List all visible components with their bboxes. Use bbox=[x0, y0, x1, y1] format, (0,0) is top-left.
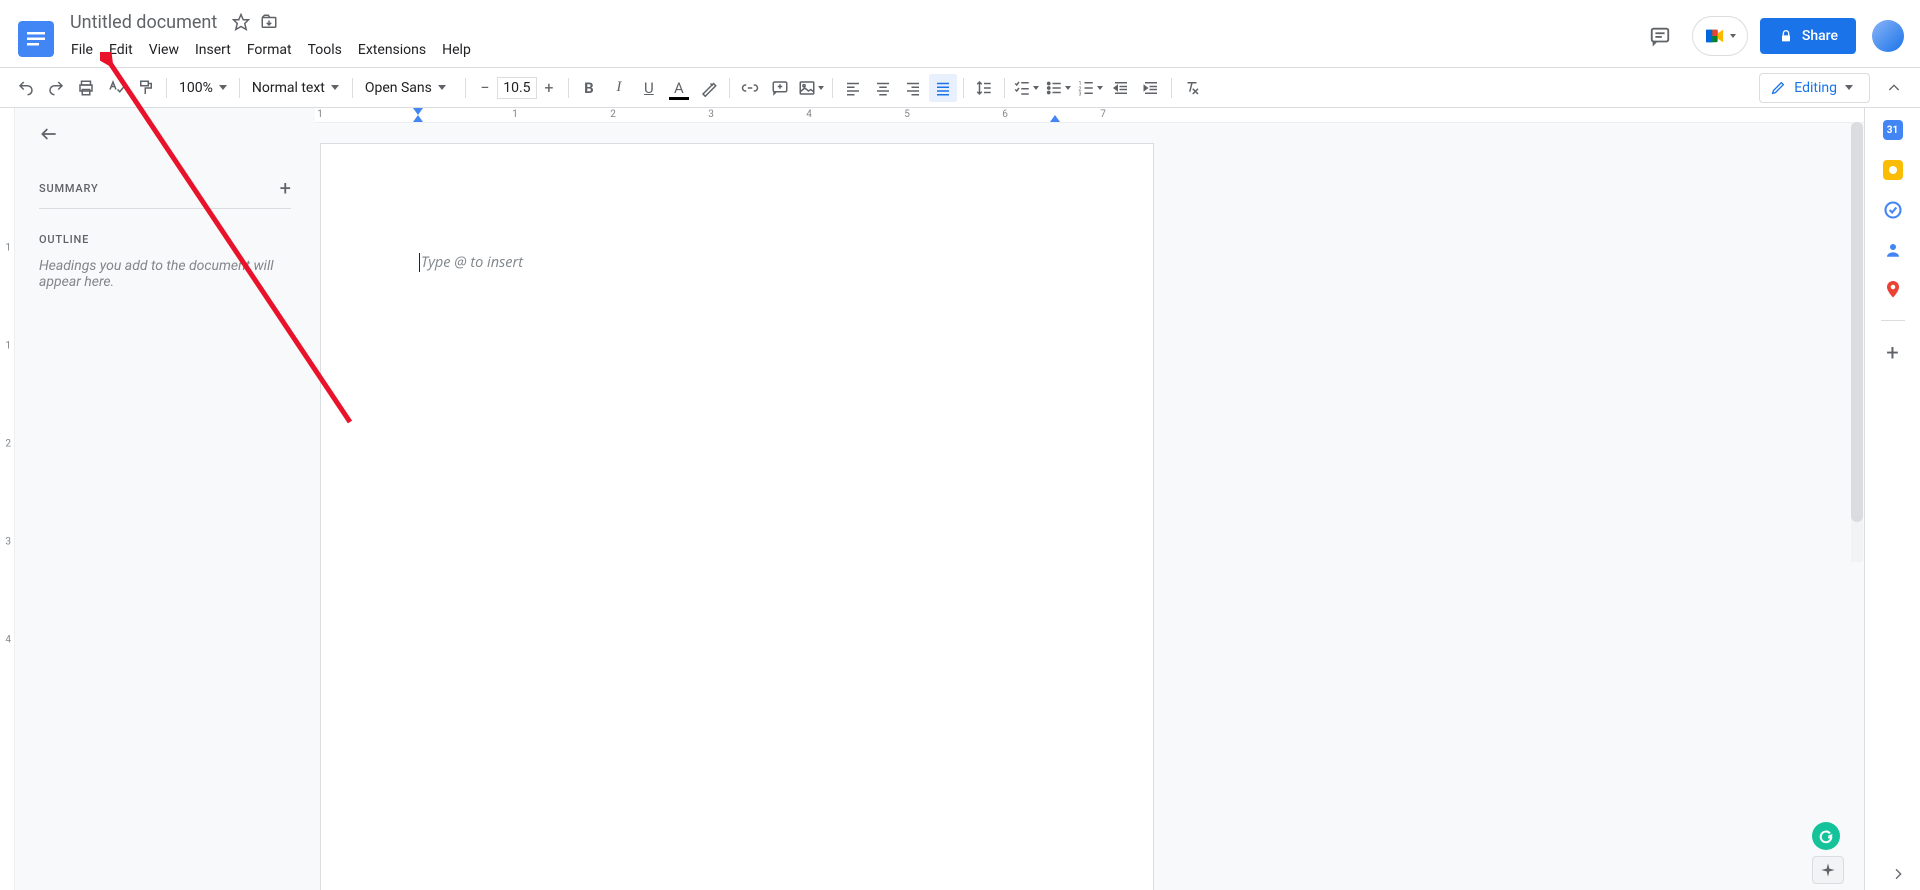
align-left-button[interactable] bbox=[839, 74, 867, 102]
bold-button[interactable]: B bbox=[575, 74, 603, 102]
numbered-list-button[interactable]: 123 bbox=[1075, 74, 1105, 102]
vertical-ruler[interactable]: 1 1 2 3 4 bbox=[0, 108, 15, 890]
keep-icon[interactable] bbox=[1883, 160, 1903, 180]
font-select[interactable]: Open Sans bbox=[359, 76, 459, 100]
caret-down-icon bbox=[219, 85, 227, 90]
menu-insert[interactable]: Insert bbox=[188, 38, 238, 62]
undo-button[interactable] bbox=[12, 74, 40, 102]
add-comment-button[interactable] bbox=[766, 74, 794, 102]
caret-down-icon bbox=[1065, 86, 1071, 90]
meet-button[interactable] bbox=[1692, 16, 1748, 56]
caret-down-icon bbox=[1097, 86, 1103, 90]
horizontal-ruler[interactable]: 1 1 2 3 4 5 6 7 bbox=[315, 108, 1864, 123]
right-indent-icon[interactable] bbox=[1050, 115, 1060, 122]
increase-indent-button[interactable] bbox=[1137, 74, 1165, 102]
align-right-button[interactable] bbox=[899, 74, 927, 102]
font-size-increase[interactable]: + bbox=[537, 76, 561, 100]
italic-button[interactable]: I bbox=[605, 74, 633, 102]
insert-image-button[interactable] bbox=[796, 74, 826, 102]
outline-hint: Headings you add to the document will ap… bbox=[39, 258, 291, 290]
underline-button[interactable]: U bbox=[635, 74, 663, 102]
outline-sidebar: SUMMARY + OUTLINE Headings you add to th… bbox=[15, 108, 315, 890]
caret-down-icon bbox=[818, 86, 824, 90]
grammarly-icon[interactable] bbox=[1812, 822, 1840, 850]
maps-icon[interactable] bbox=[1883, 280, 1903, 300]
share-button[interactable]: Share bbox=[1760, 18, 1856, 54]
vertical-scrollbar[interactable] bbox=[1851, 122, 1863, 562]
move-icon[interactable] bbox=[259, 12, 279, 32]
account-avatar[interactable] bbox=[1872, 20, 1904, 52]
comment-history-icon[interactable] bbox=[1640, 16, 1680, 56]
menu-bar: File Edit View Insert Format Tools Exten… bbox=[64, 38, 1640, 62]
zoom-value: 100% bbox=[179, 80, 213, 96]
docs-logo-icon bbox=[18, 21, 54, 57]
caret-down-icon bbox=[331, 85, 339, 90]
insert-link-button[interactable] bbox=[736, 74, 764, 102]
title-area: Untitled document File Edit View Insert … bbox=[64, 8, 1640, 62]
first-line-indent-icon[interactable] bbox=[413, 108, 423, 115]
get-addons-button[interactable]: + bbox=[1886, 341, 1898, 366]
lock-icon bbox=[1778, 28, 1794, 44]
line-spacing-button[interactable] bbox=[970, 74, 998, 102]
menu-extensions[interactable]: Extensions bbox=[351, 38, 433, 62]
font-size-input[interactable] bbox=[497, 77, 537, 99]
mode-button[interactable]: Editing bbox=[1759, 73, 1870, 103]
outline-label: OUTLINE bbox=[39, 233, 291, 246]
print-button[interactable] bbox=[72, 74, 100, 102]
menu-tools[interactable]: Tools bbox=[301, 38, 349, 62]
font-size-control: − + bbox=[472, 75, 562, 101]
toolbar: 100% Normal text Open Sans − + B I U A 1… bbox=[0, 68, 1920, 108]
header-right: Share bbox=[1640, 16, 1904, 56]
clear-formatting-button[interactable] bbox=[1178, 74, 1206, 102]
calendar-icon[interactable]: 31 bbox=[1883, 120, 1903, 140]
explore-button[interactable] bbox=[1812, 856, 1844, 884]
menu-edit[interactable]: Edit bbox=[102, 38, 140, 62]
paint-format-button[interactable] bbox=[132, 74, 160, 102]
pencil-icon bbox=[1770, 80, 1786, 96]
highlight-button[interactable] bbox=[695, 74, 723, 102]
contacts-icon[interactable] bbox=[1883, 240, 1903, 260]
caret-down-icon bbox=[1033, 86, 1039, 90]
menu-format[interactable]: Format bbox=[240, 38, 299, 62]
checklist-button[interactable] bbox=[1011, 74, 1041, 102]
decrease-indent-button[interactable] bbox=[1107, 74, 1135, 102]
header-bar: Untitled document File Edit View Insert … bbox=[0, 0, 1920, 68]
zoom-select[interactable]: 100% bbox=[173, 76, 233, 100]
align-justify-button[interactable] bbox=[929, 74, 957, 102]
editor-placeholder: Type @ to insert bbox=[419, 253, 523, 272]
redo-button[interactable] bbox=[42, 74, 70, 102]
caret-down-icon bbox=[438, 85, 446, 90]
svg-text:3: 3 bbox=[1078, 91, 1081, 97]
side-panel: 31 + bbox=[1864, 108, 1920, 890]
style-value: Normal text bbox=[252, 80, 325, 96]
menu-view[interactable]: View bbox=[142, 38, 186, 62]
font-size-decrease[interactable]: − bbox=[473, 76, 497, 100]
star-icon[interactable] bbox=[231, 12, 251, 32]
mode-label: Editing bbox=[1794, 80, 1837, 96]
spellcheck-button[interactable] bbox=[102, 74, 130, 102]
canvas-area: 1 1 2 3 4 5 6 7 Type @ to insert bbox=[315, 108, 1864, 890]
summary-label: SUMMARY bbox=[39, 182, 98, 195]
align-center-button[interactable] bbox=[869, 74, 897, 102]
bulleted-list-button[interactable] bbox=[1043, 74, 1073, 102]
docs-logo[interactable] bbox=[16, 12, 56, 66]
text-color-button[interactable]: A bbox=[665, 74, 693, 102]
menu-file[interactable]: File bbox=[64, 38, 100, 62]
document-title[interactable]: Untitled document bbox=[64, 10, 223, 35]
close-outline-button[interactable] bbox=[39, 124, 59, 144]
caret-down-icon bbox=[1730, 34, 1736, 38]
show-side-panel-button[interactable] bbox=[1890, 866, 1906, 882]
hide-menus-button[interactable] bbox=[1880, 74, 1908, 102]
main-area: 1 1 2 3 4 SUMMARY + OUTLINE Headings you… bbox=[0, 108, 1920, 890]
document-page[interactable]: Type @ to insert bbox=[320, 143, 1154, 890]
style-select[interactable]: Normal text bbox=[246, 76, 346, 100]
share-label: Share bbox=[1802, 28, 1838, 44]
tasks-icon[interactable] bbox=[1883, 200, 1903, 220]
meet-icon bbox=[1704, 27, 1726, 45]
caret-down-icon bbox=[1845, 85, 1853, 90]
add-summary-button[interactable]: + bbox=[280, 176, 291, 200]
left-indent-icon[interactable] bbox=[413, 115, 423, 122]
menu-help[interactable]: Help bbox=[435, 38, 478, 62]
font-value: Open Sans bbox=[365, 80, 432, 96]
